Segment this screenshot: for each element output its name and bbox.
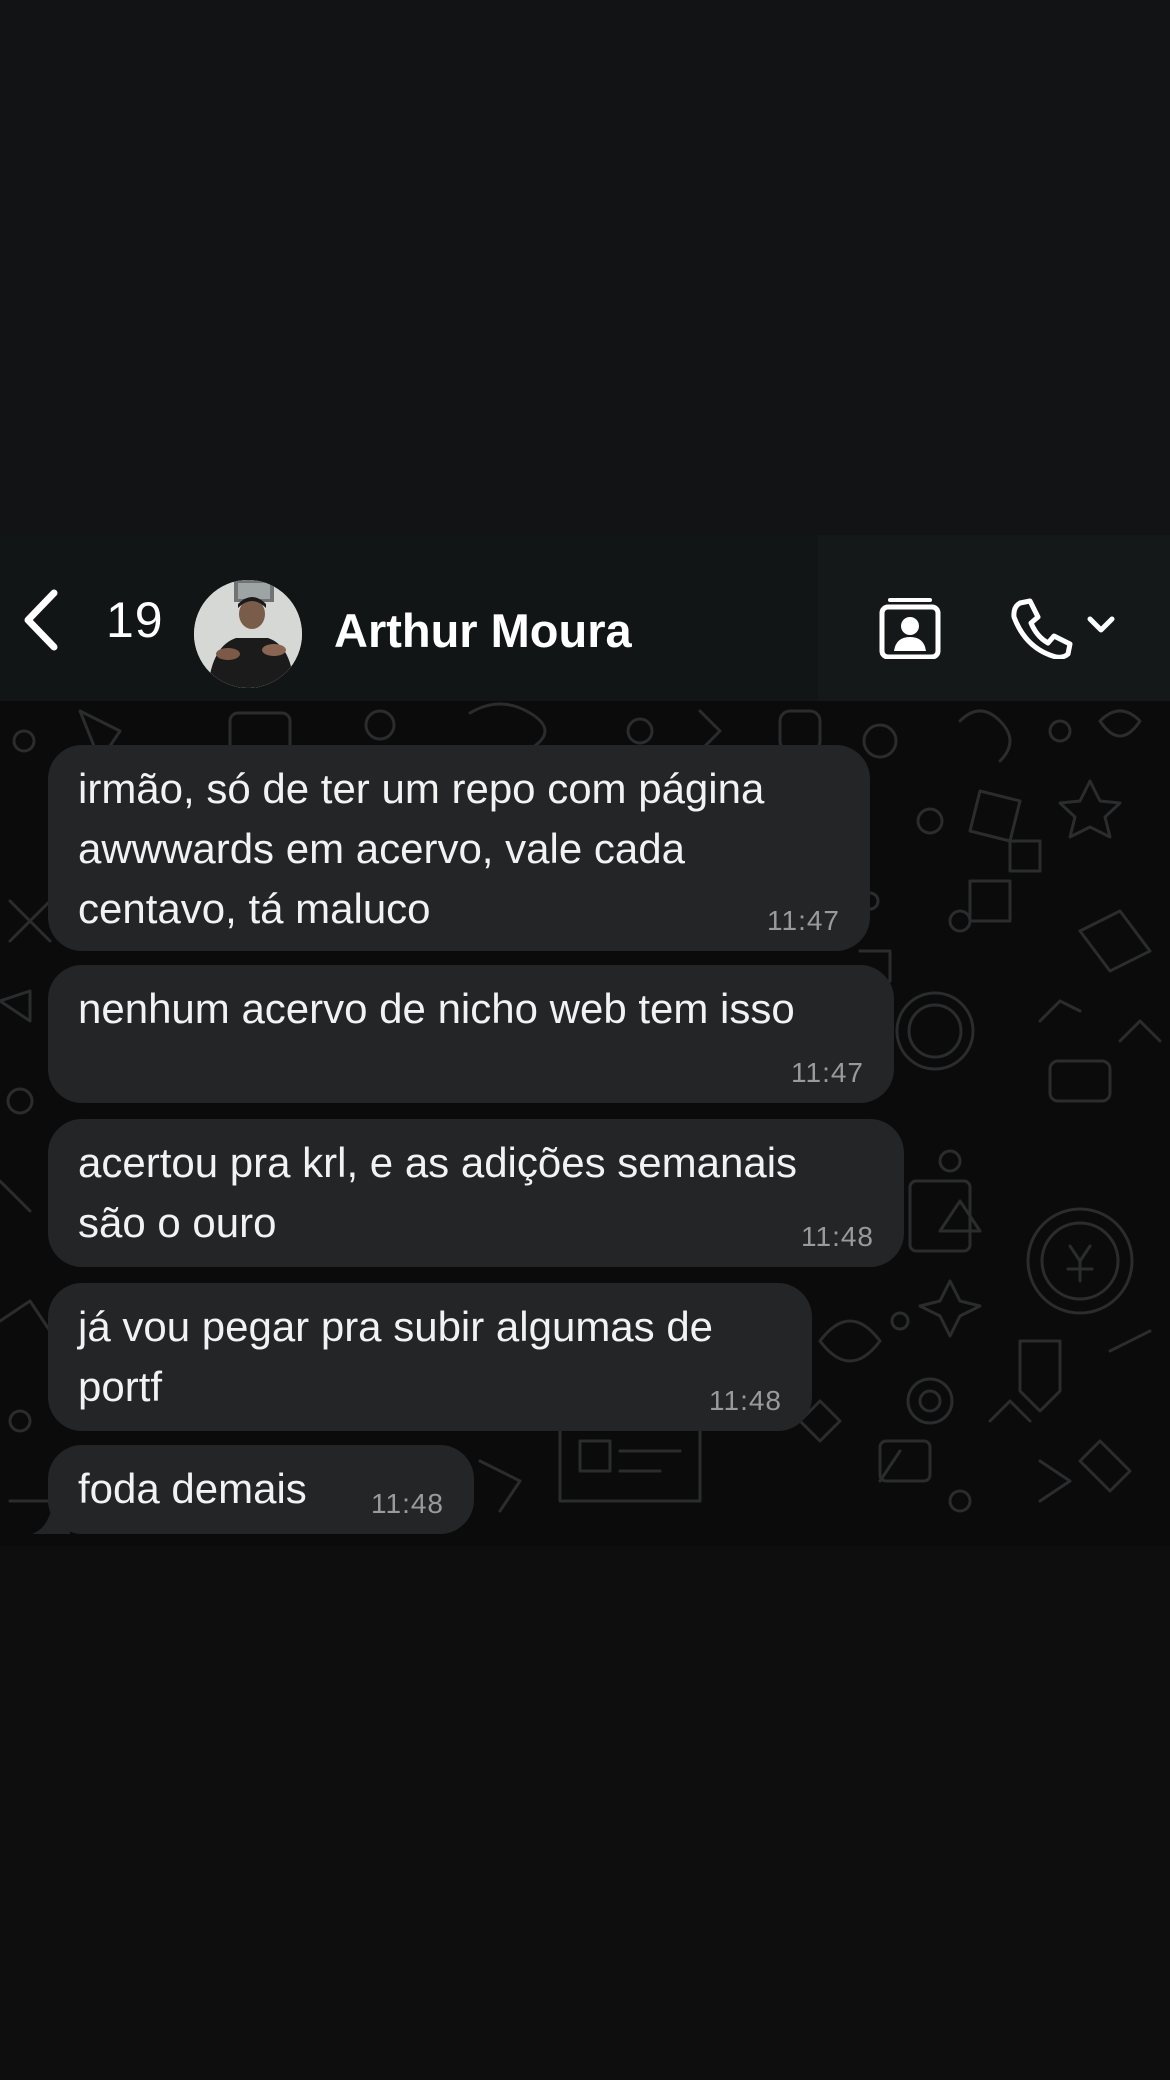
chat-header: 19 Arthur Moura bbox=[0, 535, 1170, 701]
message-time: 11:48 bbox=[371, 1488, 444, 1519]
status-area-blank bbox=[0, 0, 1170, 535]
chat-area[interactable]: irmão, só de ter um repo com página awww… bbox=[0, 701, 1170, 1546]
message-text: foda demais bbox=[78, 1465, 307, 1512]
avatar[interactable] bbox=[194, 580, 302, 688]
message-bubble[interactable]: nenhum acervo de nicho web tem isso 11:4… bbox=[48, 965, 894, 1103]
unread-count: 19 bbox=[106, 592, 164, 648]
message-time: 11:47 bbox=[767, 905, 840, 936]
message-text: acertou pra krl, e as adições semanais s… bbox=[78, 1139, 798, 1246]
message-text: já vou pegar pra subir algumas de portf bbox=[78, 1303, 714, 1410]
call-button[interactable] bbox=[1008, 595, 1120, 660]
message-text: irmão, só de ter um repo com página awww… bbox=[78, 765, 765, 932]
message-time: 11:47 bbox=[791, 1057, 864, 1088]
back-button[interactable]: 19 bbox=[18, 587, 164, 653]
contact-card-button[interactable] bbox=[878, 595, 942, 660]
phone-icon bbox=[1011, 598, 1115, 660]
message-bubble[interactable]: acertou pra krl, e as adições semanais s… bbox=[48, 1119, 904, 1267]
bottom-area-blank bbox=[0, 1546, 1170, 2080]
message-text: nenhum acervo de nicho web tem isso bbox=[78, 985, 795, 1032]
message-time: 11:48 bbox=[801, 1221, 874, 1252]
chevron-left-icon bbox=[24, 589, 58, 651]
chevron-down-icon bbox=[1087, 616, 1115, 633]
message-bubble[interactable]: irmão, só de ter um repo com página awww… bbox=[48, 745, 870, 951]
contact-name[interactable]: Arthur Moura bbox=[334, 601, 632, 661]
message-time: 11:48 bbox=[709, 1385, 782, 1416]
message-bubble[interactable]: foda demais 11:48 bbox=[48, 1445, 474, 1534]
avatar-photo bbox=[194, 580, 302, 688]
contact-card-icon bbox=[879, 598, 941, 660]
message-bubble[interactable]: já vou pegar pra subir algumas de portf … bbox=[48, 1283, 812, 1431]
